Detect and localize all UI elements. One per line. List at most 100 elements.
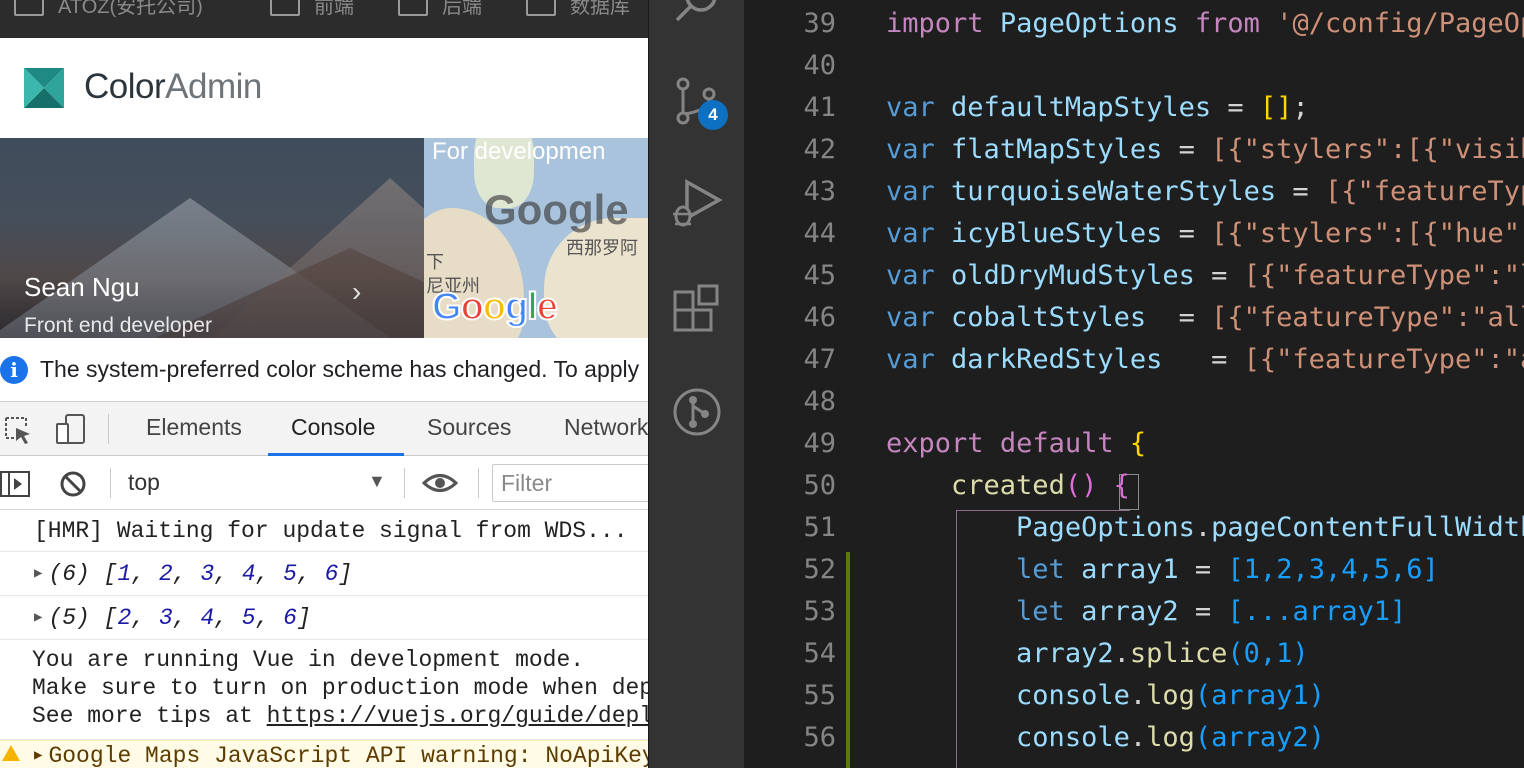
vue-docs-link[interactable]: https://vuejs.org/guide/deployment.html — [267, 703, 648, 729]
code-editor[interactable]: 39 40 41 42 43 44 45 46 47 48 49 50 51 5… — [744, 0, 1524, 768]
clear-console-icon[interactable] — [58, 469, 88, 499]
folder-icon — [398, 0, 428, 16]
context-selector[interactable]: top — [128, 469, 160, 496]
expand-triangle-icon[interactable]: ▶ — [34, 609, 42, 626]
array-value: 5 — [283, 561, 297, 587]
source-control-badge: 4 — [698, 100, 728, 130]
code-line[interactable]: let array1 = [1,2,3,4,5,6] — [886, 554, 1439, 585]
brand-title[interactable]: ColorAdmin — [84, 67, 262, 107]
vue-tips-prefix: See more tips at — [32, 703, 267, 729]
code-line[interactable]: created() { — [886, 470, 1130, 501]
line-number: 54 — [803, 638, 836, 669]
bookmark-label: 前端 — [314, 0, 354, 18]
google-logo[interactable]: Google — [431, 285, 559, 329]
console-array-row[interactable]: ▶ (6) [1, 2, 3, 4, 5, 6] — [0, 552, 648, 596]
code-line[interactable]: array2.splice(0,1) — [886, 638, 1309, 669]
activity-bar — [648, 0, 744, 768]
warning-text: Google Maps JavaScript API warning: NoAp… — [48, 743, 648, 768]
code-line[interactable]: console.log(array1) — [886, 680, 1325, 711]
eye-icon[interactable] — [422, 472, 458, 494]
console-array-row[interactable]: ▶ (5) [2, 3, 4, 5, 6] — [0, 596, 648, 640]
app-header: ColorAdmin — [0, 38, 648, 138]
code-line[interactable]: var turquoiseWaterStyles = [{"featureTyp… — [886, 176, 1524, 207]
array-count: (5) — [48, 605, 90, 631]
line-number: 47 — [803, 344, 836, 375]
brand-light: Admin — [165, 67, 262, 106]
bookmark-database[interactable]: 数据库 — [526, 0, 630, 19]
console-toolbar: top ▼ — [0, 456, 648, 510]
extensions-icon[interactable] — [671, 284, 723, 336]
bookmark-backend[interactable]: 后端 — [398, 0, 482, 19]
code-line[interactable]: export default { — [886, 428, 1146, 459]
line-number: 56 — [803, 722, 836, 753]
expand-triangle-icon[interactable]: ▶ — [34, 747, 42, 764]
search-icon[interactable] — [671, 0, 723, 30]
console-output: [HMR] Waiting for update signal from WDS… — [0, 510, 648, 768]
vue-notice-line: See more tips at https://vuejs.org/guide… — [32, 702, 648, 730]
bookmark-atoz[interactable]: ATOZ(安托公司) — [14, 0, 203, 19]
code-line[interactable]: PageOptions.pageContentFullWidth — [886, 512, 1524, 543]
code-line[interactable]: var flatMapStyles = [{"stylers":[{"visib… — [886, 134, 1524, 165]
line-number: 45 — [803, 260, 836, 291]
info-icon: i — [0, 356, 28, 384]
code-line[interactable]: var icyBlueStyles = [{"stylers":[{"hue":… — [886, 218, 1524, 249]
google-map[interactable]: For developmen Google 西那罗阿 下 尼亚州 Google — [424, 138, 648, 338]
bookmark-frontend[interactable]: 前端 — [270, 0, 354, 19]
console-message: You are running Vue in development mode.… — [0, 640, 648, 740]
folder-icon — [14, 0, 44, 16]
tab-network[interactable]: Network — [564, 414, 648, 441]
console-warning: ▶ Google Maps JavaScript API warning: NoA… — [0, 740, 648, 768]
array-value: 1 — [117, 561, 132, 587]
console-filter-input[interactable] — [492, 464, 648, 502]
line-number: 50 — [803, 470, 836, 501]
info-banner: i The system-preferred color scheme has … — [0, 338, 648, 402]
inspect-element-icon[interactable] — [4, 416, 34, 446]
array-value: 5 — [241, 605, 256, 631]
array-value: 4 — [241, 561, 256, 587]
tab-console[interactable]: Console — [291, 414, 375, 441]
line-number: 51 — [803, 512, 836, 543]
array-value: 3 — [158, 605, 173, 631]
line-number: 49 — [803, 428, 836, 459]
code-line[interactable]: console.log(array2) — [886, 722, 1325, 753]
color-admin-logo-icon[interactable] — [24, 68, 64, 108]
line-number: 42 — [803, 134, 836, 165]
map-dev-watermark: For developmen — [432, 138, 606, 165]
line-number: 53 — [803, 596, 836, 627]
bookmark-label: 数据库 — [570, 0, 630, 18]
run-debug-icon[interactable] — [671, 178, 723, 230]
sidebar-profile[interactable]: Sean Ngu Front end developer › — [0, 138, 424, 338]
code-line[interactable]: import PageOptions from '@/config/PageOp… — [886, 8, 1524, 39]
line-number: 40 — [803, 50, 836, 81]
device-toolbar-icon[interactable] — [54, 412, 88, 446]
bookmark-label: ATOZ(安托公司) — [58, 0, 203, 18]
array-value: 3 — [200, 561, 215, 587]
code-line[interactable]: let array2 = [...array1] — [886, 596, 1406, 627]
brand-bold: Color — [84, 67, 166, 106]
folder-icon — [526, 0, 556, 16]
array-value: 2 — [158, 561, 173, 587]
git-graph-icon[interactable] — [671, 386, 723, 438]
tab-sources[interactable]: Sources — [427, 414, 511, 441]
profile-name: Sean Ngu — [24, 272, 140, 302]
line-number: 48 — [803, 386, 836, 417]
code-line[interactable]: var oldDryMudStyles = [{"featureType":"l… — [886, 260, 1524, 291]
line-number: 46 — [803, 302, 836, 333]
array-value: 6 — [283, 605, 297, 631]
map-place-label: 西那罗阿 — [566, 238, 638, 258]
array-value: 6 — [324, 561, 339, 587]
warning-icon — [2, 745, 20, 761]
show-sidebar-icon[interactable] — [0, 470, 32, 498]
chevron-down-icon[interactable]: ▼ — [368, 471, 386, 492]
line-number: 39 — [803, 8, 836, 39]
array-value: 2 — [117, 605, 132, 631]
map-google-watermark: Google — [484, 186, 629, 233]
code-line[interactable]: var defaultMapStyles = []; — [886, 92, 1309, 123]
code-line[interactable]: var darkRedStyles = [{"featureType":"all… — [886, 344, 1524, 375]
tab-elements[interactable]: Elements — [146, 414, 242, 441]
line-number: 41 — [803, 92, 836, 123]
line-number: 43 — [803, 176, 836, 207]
expand-triangle-icon[interactable]: ▶ — [34, 565, 42, 582]
console-message: [HMR] Waiting for update signal from WDS… — [0, 510, 648, 552]
code-line[interactable]: var cobaltStyles = [{"featureType":"all"… — [886, 302, 1524, 333]
